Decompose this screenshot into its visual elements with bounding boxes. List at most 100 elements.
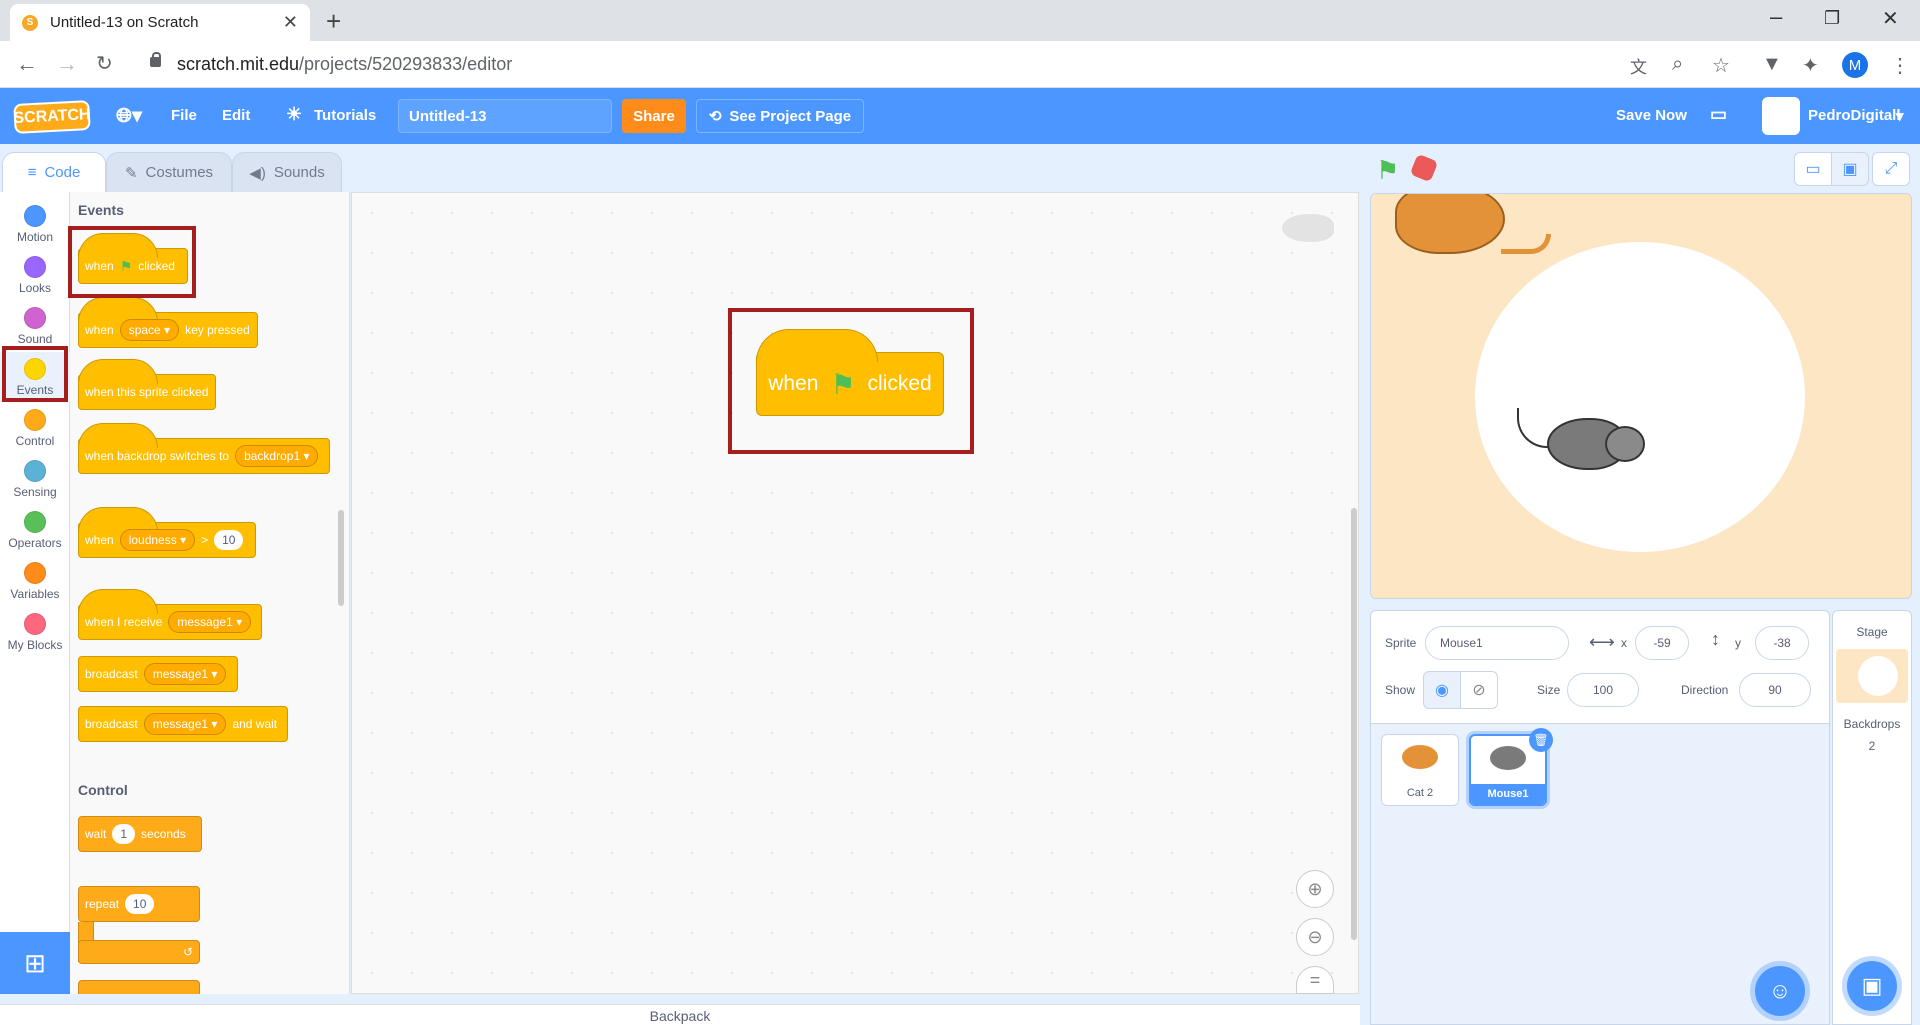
stage-thumbnail[interactable]	[1836, 649, 1908, 703]
loudness-number-input[interactable]: 10	[214, 530, 244, 550]
cat-sprite[interactable]	[1395, 194, 1505, 254]
profile-avatar[interactable]: M	[1842, 52, 1868, 78]
large-stage-button[interactable]: ▣	[1831, 152, 1869, 186]
language-globe-icon[interactable]: 🌐︎▾	[116, 103, 142, 128]
code-icon: ≡	[27, 164, 37, 181]
size-input[interactable]: 100	[1567, 673, 1639, 707]
see-project-page-button[interactable]: ⟲ See Project Page	[696, 99, 864, 133]
sprite-name-input[interactable]: Mouse1	[1425, 626, 1569, 660]
tutorials-menu[interactable]: Tutorials	[314, 107, 376, 124]
palette-scrollbar[interactable]	[338, 510, 344, 606]
extension-shield-icon[interactable]: ▼	[1762, 53, 1782, 76]
category-sensing[interactable]: Sensing	[0, 454, 70, 504]
message-dropdown[interactable]: message1 ▾	[143, 663, 227, 685]
sprite-info-panel: Sprite Mouse1 ⟷ x -59 ↕ y -38 Show ◉ ⊘ S…	[1370, 610, 1830, 724]
file-menu[interactable]: File	[171, 107, 197, 124]
delete-sprite-trash-icon[interactable]: 🗑︎	[1529, 728, 1553, 752]
tab-sounds[interactable]: ◀) Sounds	[232, 152, 342, 192]
sprite-tile-mouse1[interactable]: Mouse1 🗑︎	[1469, 728, 1553, 806]
category-operators[interactable]: Operators	[0, 505, 70, 555]
category-my-blocks[interactable]: My Blocks	[0, 607, 70, 657]
category-looks[interactable]: Looks	[0, 250, 70, 300]
category-control[interactable]: Control	[0, 403, 70, 453]
extensions-puzzle-icon[interactable]: ✦	[1802, 53, 1819, 78]
block-when-backdrop-switches[interactable]: when backdrop switches to backdrop1 ▾	[78, 423, 330, 474]
choose-backdrop-button[interactable]: ▣	[1847, 961, 1897, 1011]
category-motion[interactable]: Motion	[0, 199, 70, 249]
repeat-number-input[interactable]: 10	[125, 894, 155, 914]
scratch-logo[interactable]: SCRATCH	[13, 100, 91, 134]
category-variables[interactable]: Variables	[0, 556, 70, 606]
key-dropdown[interactable]: space ▾	[119, 319, 180, 341]
direction-input[interactable]: 90	[1739, 673, 1811, 707]
backpack[interactable]: Backpack	[0, 1004, 1360, 1025]
choose-sprite-button[interactable]: ☺	[1755, 966, 1805, 1016]
block-when-i-receive[interactable]: when I receive message1 ▾	[78, 589, 262, 640]
backdrop-add-icon: ▣	[1861, 973, 1883, 998]
x-arrows-icon: ⟷	[1589, 632, 1615, 652]
loudness-dropdown[interactable]: loudness ▾	[119, 529, 196, 551]
backdrop-dropdown[interactable]: backdrop1 ▾	[235, 445, 319, 467]
block-repeat[interactable]: repeat 10	[78, 886, 200, 922]
back-icon[interactable]: ←	[16, 51, 38, 77]
sound-dot-icon	[24, 307, 46, 329]
reload-icon[interactable]: ↻	[96, 51, 113, 76]
category-label: My Blocks	[7, 638, 63, 652]
message-dropdown[interactable]: message1 ▾	[143, 713, 227, 735]
tutorials-bulb-icon: ☀	[286, 104, 303, 124]
wait-number-input[interactable]: 1	[112, 824, 136, 844]
block-when-key-pressed[interactable]: when space ▾ key pressed	[78, 297, 258, 348]
category-sound[interactable]: Sound	[0, 301, 70, 351]
show-visible-button[interactable]: ◉	[1423, 671, 1461, 709]
project-title-input[interactable]: Untitled-13	[398, 99, 612, 133]
address-bar[interactable]: scratch.mit.edu/projects/520293833/edito…	[177, 54, 512, 75]
block-when-loudness[interactable]: when loudness ▾ > 10	[78, 507, 256, 558]
account-dropdown-icon[interactable]: ▾	[1896, 107, 1904, 125]
message-value: message1	[152, 717, 209, 731]
user-avatar[interactable]	[1762, 97, 1800, 135]
sprite-list: Cat 2 Mouse1 🗑︎ ☺	[1370, 724, 1830, 1025]
stage-title: Stage	[1856, 625, 1888, 639]
zoom-in-button[interactable]: ⊕	[1296, 870, 1334, 908]
tab-costumes[interactable]: ✎ Costumes	[106, 152, 232, 192]
show-hidden-button[interactable]: ⊘	[1460, 671, 1498, 709]
restore-icon[interactable]: ❐	[1824, 8, 1840, 29]
green-flag-button[interactable]: ⚑	[1376, 155, 1399, 186]
y-input[interactable]: -38	[1755, 626, 1809, 660]
script-scrollbar[interactable]	[1351, 508, 1357, 940]
browser-menu-icon[interactable]: ⋮	[1890, 53, 1910, 78]
sprite-tile-cat2[interactable]: Cat 2	[1381, 734, 1459, 806]
stop-button[interactable]	[1409, 153, 1439, 183]
block-when-sprite-clicked[interactable]: when this sprite clicked	[78, 359, 216, 410]
block-forever-partial[interactable]	[78, 980, 200, 994]
share-button[interactable]: Share	[622, 99, 686, 133]
block-wait-seconds[interactable]: wait 1 seconds	[78, 816, 202, 852]
save-now-button[interactable]: Save Now	[1616, 107, 1687, 124]
close-tab-icon[interactable]: ✕	[283, 12, 298, 33]
translate-icon[interactable]: 文	[1630, 53, 1647, 78]
small-stage-button[interactable]: ▭	[1794, 152, 1832, 186]
username[interactable]: PedroDigitall	[1808, 107, 1901, 124]
fullscreen-button[interactable]: ⤢	[1872, 152, 1910, 186]
new-tab-icon[interactable]: +	[326, 6, 341, 37]
window-close-icon[interactable]: ✕	[1882, 6, 1899, 31]
block-broadcast-and-wait[interactable]: broadcast message1 ▾ and wait	[78, 706, 288, 742]
browser-toolbar: ← → ↻ scratch.mit.edu/projects/520293833…	[0, 41, 1920, 88]
zoom-out-button[interactable]: ⊖	[1296, 918, 1334, 956]
add-extension-button[interactable]: ⊞	[0, 932, 70, 994]
eye-icon: ◉	[1435, 682, 1449, 699]
zoom-icon[interactable]: ⌕	[1672, 53, 1683, 76]
browser-tab[interactable]: S Untitled-13 on Scratch ✕	[10, 4, 310, 41]
forward-icon[interactable]: →	[56, 51, 78, 77]
block-broadcast[interactable]: broadcast message1 ▾	[78, 656, 238, 692]
x-input[interactable]: -59	[1635, 626, 1689, 660]
tab-code[interactable]: ≡ Code	[2, 152, 106, 192]
minimize-icon[interactable]: –	[1770, 4, 1782, 30]
bookmark-star-icon[interactable]: ☆	[1712, 53, 1730, 78]
mouse-thumbnail-icon	[1490, 746, 1526, 770]
stage[interactable]	[1370, 193, 1912, 599]
edit-menu[interactable]: Edit	[222, 107, 250, 124]
stage-selector[interactable]: Stage Backdrops 2 ▣	[1832, 610, 1912, 1025]
my-stuff-folder-icon[interactable]: ▭	[1710, 104, 1727, 125]
message-dropdown[interactable]: message1 ▾	[168, 611, 252, 633]
